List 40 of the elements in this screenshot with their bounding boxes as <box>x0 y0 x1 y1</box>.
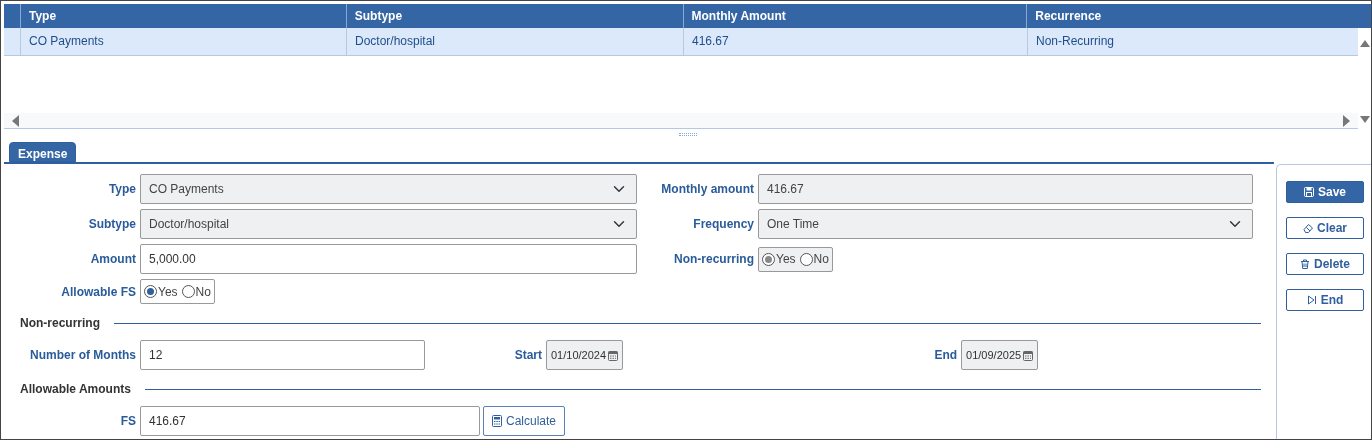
calculator-icon <box>492 415 502 427</box>
field-label: Number of Months <box>29 347 137 364</box>
table-cell: CO Payments <box>20 28 346 55</box>
field-label: Monthly amount <box>660 181 755 198</box>
field-label: FS <box>119 413 137 430</box>
splitter-handle[interactable] <box>678 133 697 136</box>
delete-button[interactable]: Delete <box>1286 253 1364 275</box>
scroll-down-icon[interactable] <box>1359 116 1370 123</box>
skip-end-icon <box>1306 295 1317 305</box>
calculate-button[interactable]: Calculate <box>483 406 566 436</box>
field-label: Frequency <box>692 216 755 233</box>
tab[interactable]: Expense <box>9 142 77 162</box>
field-label: Start <box>513 347 543 364</box>
field-label: Allowable FS <box>60 283 137 301</box>
field-label: Non-recurring <box>673 251 755 268</box>
field-label: Amount <box>89 251 137 268</box>
end-button[interactable]: End <box>1286 289 1364 311</box>
section-title: Allowable Amounts <box>20 381 131 398</box>
input-field[interactable]: 5,000.00 <box>140 244 637 274</box>
section-title: Non-recurring <box>20 315 100 332</box>
table-cell: 416.67 <box>683 28 1027 55</box>
save-icon <box>1304 187 1314 197</box>
clear-button[interactable]: Clear <box>1286 217 1364 239</box>
radio-label[interactable]: Yes <box>158 282 178 301</box>
save-button[interactable]: Save <box>1286 181 1364 203</box>
table-cell: Non-Recurring <box>1027 28 1358 55</box>
radio-button[interactable] <box>181 285 195 298</box>
table-cell: Doctor/hospital <box>346 28 683 55</box>
radio-label[interactable]: No <box>195 282 211 301</box>
field-label: Type <box>107 181 137 198</box>
scroll-up-icon[interactable] <box>1359 40 1370 47</box>
input-field[interactable]: 416.67 <box>140 406 480 436</box>
field-label: Subtype <box>87 216 137 233</box>
field-label: End <box>933 347 959 364</box>
scroll-right-icon[interactable] <box>1343 114 1350 127</box>
eraser-icon <box>1303 223 1313 233</box>
radio-button[interactable] <box>144 285 157 298</box>
scroll-left-icon[interactable] <box>12 114 19 127</box>
input-field[interactable]: 12 <box>140 340 425 370</box>
trash-icon <box>1300 259 1310 269</box>
